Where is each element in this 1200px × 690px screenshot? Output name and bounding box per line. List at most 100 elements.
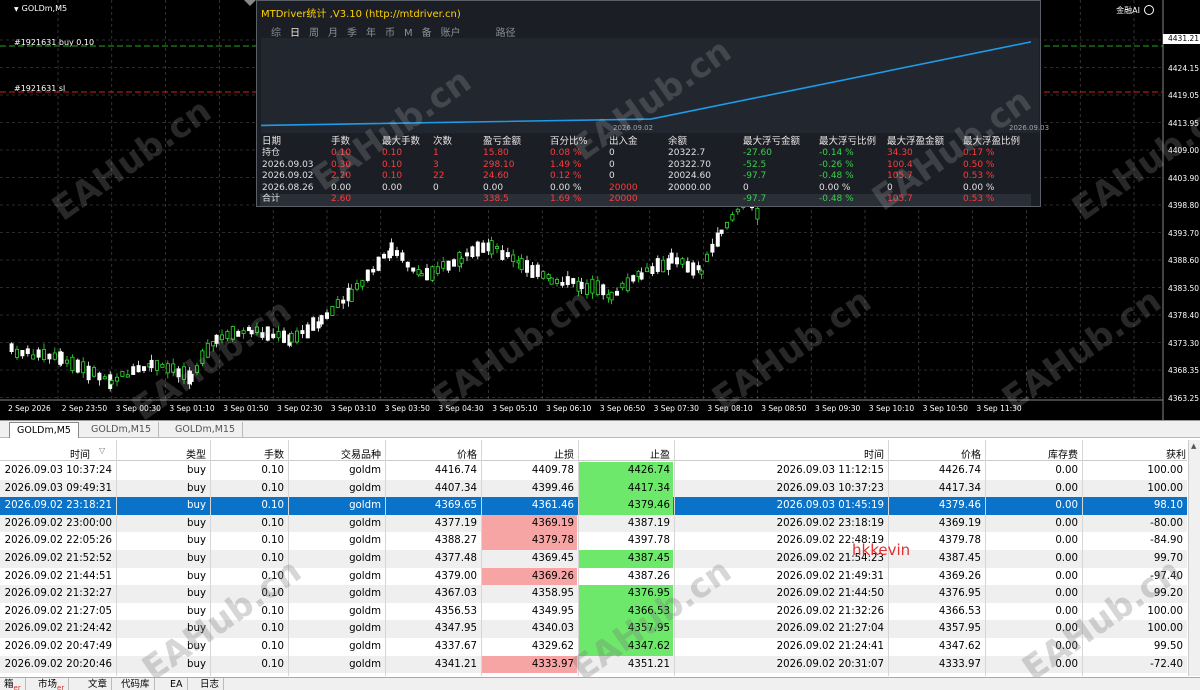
toolbox-tab-4[interactable]: EA	[166, 678, 188, 690]
mtd-cell: 百分比%	[550, 135, 588, 147]
candle-body	[650, 266, 655, 274]
trade-table-scrollbar[interactable]: ▲	[1188, 440, 1200, 676]
mtd-row: 合计 2.60 338.5 1.69 % 20000 -97.7 -0.48 % 105.7 0…	[260, 194, 1031, 206]
toolbox-tab-badge: er	[57, 683, 65, 690]
sort-desc-icon[interactable]: ▽	[99, 446, 105, 455]
mtd-cell: 0.00 %	[819, 182, 851, 193]
candle-body	[181, 366, 186, 380]
mtd-cell: 2.20	[331, 171, 352, 181]
candle-body	[319, 315, 324, 325]
mtdriver-stats-panel[interactable]: MTDriver统计 ,V3.10 (http://mtdriver.cn) 综…	[256, 0, 1049, 207]
column-header[interactable]: 止盈	[650, 446, 670, 461]
order-line-label-sl[interactable]: #1921631 sl	[14, 84, 65, 93]
trade-row[interactable]: 2026.09.02 21:32:27 buy 0.10 goldm 4367.03 43…	[0, 585, 1187, 603]
mtd-cell: 最大浮盈金额	[887, 135, 945, 147]
trade-row[interactable]: 2026.09.03 10:37:24 buy 0.10 goldm 4416.74 44…	[0, 462, 1187, 480]
candle-body	[31, 354, 36, 360]
mtd-cell: 0.10	[382, 171, 403, 181]
price-tick-label: 4368.35	[1168, 366, 1200, 375]
trade-row[interactable]: 2026.09.02 22:05:26 buy 0.10 goldm 4388.27 43…	[0, 532, 1187, 550]
order-line-label-buy[interactable]: #1921631 buy 0.10	[14, 38, 94, 47]
price-tick-label: 4413.95	[1168, 118, 1200, 128]
chart-tab-goldm-m15[interactable]: GOLDm,M15	[84, 422, 160, 438]
column-header[interactable]: 时间	[70, 446, 90, 461]
candle-body	[189, 373, 194, 382]
toolbox-tab-0[interactable]: 箱er	[0, 678, 26, 690]
candle-body	[631, 275, 636, 282]
column-divider[interactable]	[288, 440, 289, 676]
candle-body	[725, 221, 730, 229]
candle-body	[464, 252, 469, 257]
toolbox-tab-2[interactable]: 文章	[84, 678, 113, 690]
scroll-up-icon[interactable]: ▲	[1191, 442, 1196, 450]
column-header[interactable]: 时间	[864, 446, 884, 461]
toolbox-tab-3[interactable]: 代码库	[117, 678, 155, 690]
candle-body	[565, 276, 570, 285]
column-divider[interactable]	[210, 440, 211, 676]
trade-cell: -80.00	[1150, 517, 1183, 529]
trade-cell: 2026.09.02 23:00:00	[4, 517, 112, 529]
trade-cell: 0.00	[1055, 535, 1078, 547]
trade-row[interactable]: 2026.09.02 23:18:21 buy 0.10 goldm 4369.65 43…	[0, 497, 1187, 515]
trade-row[interactable]: 2026.09.02 23:00:00 buy 0.10 goldm 4377.19 43…	[0, 514, 1187, 533]
trade-cell: 100.00	[1147, 465, 1183, 476]
trade-history-table[interactable]: 时间 类型 手数 交易品种 价格 止损 止盈 时间 价格 库存费 获利 ▽ 2026.09.03 10…	[0, 440, 1200, 676]
trade-row[interactable]: 2026.09.02 21:27:05 buy 0.10 goldm 4356.53 43…	[0, 602, 1187, 621]
column-divider[interactable]	[1082, 440, 1083, 676]
toolbox-tab-badge: er	[13, 683, 21, 690]
time-tick-label: 3 Sep 00:30	[115, 404, 161, 413]
mtd-cell: 0	[433, 182, 439, 193]
price-chart[interactable]: ▼ GOLDm,M5 金融AI #1921631 buy 0.10 #192163…	[0, 0, 1200, 420]
mtd-cell	[431, 194, 481, 206]
trade-row[interactable]: 2026.09.02 21:52:52 buy 0.10 goldm 4377.48 43…	[0, 550, 1187, 568]
chart-shift-marker-icon[interactable]	[244, 0, 256, 6]
column-divider[interactable]	[481, 440, 482, 676]
candle-body	[154, 360, 159, 371]
column-header[interactable]: 价格	[961, 446, 981, 461]
trade-cell: 4347.62	[579, 638, 673, 656]
column-divider[interactable]	[385, 440, 386, 676]
trade-row[interactable]: 2026.09.02 21:44:51 buy 0.10 goldm 4379.00 43…	[0, 567, 1187, 586]
candle-body	[755, 207, 760, 220]
trade-cell: buy	[187, 605, 206, 617]
column-header[interactable]: 获利	[1166, 446, 1186, 461]
trade-row[interactable]: 2026.09.02 20:20:46 buy 0.10 goldm 4341.21 43…	[0, 655, 1187, 674]
chart-tab-goldm-m5[interactable]: GOLDm,M5	[9, 422, 79, 438]
ai-trading-indicator[interactable]: 金融AI	[1116, 5, 1154, 16]
plot-date-end: 2026.09.03	[1009, 124, 1050, 132]
candle-body	[535, 264, 540, 277]
column-header[interactable]: 价格	[457, 446, 477, 461]
chart-tabs-bar: GOLDm,M5 GOLDm,M15 GOLDm,M15	[0, 420, 1200, 438]
column-divider[interactable]	[674, 440, 675, 676]
candle-body	[200, 350, 205, 364]
candle-body	[555, 279, 560, 284]
column-divider[interactable]	[116, 440, 117, 676]
column-header[interactable]: 止损	[554, 446, 574, 461]
price-tick-label: 4378.40	[1168, 311, 1200, 320]
column-divider[interactable]	[578, 440, 579, 676]
candle-body	[511, 254, 516, 262]
trade-cell: 0.00	[1055, 623, 1078, 635]
trade-row[interactable]: 2026.09.02 20:47:49 buy 0.10 goldm 4337.67 43…	[0, 638, 1187, 656]
chart-symbol-title: ▼ GOLDm,M5	[14, 4, 68, 13]
column-divider[interactable]	[985, 440, 986, 676]
toolbox-tab-5[interactable]: 日志	[196, 678, 225, 690]
candle-body	[360, 280, 365, 287]
candle-body	[530, 265, 535, 278]
candle-body	[300, 330, 305, 334]
chart-tab-goldm-m15-2[interactable]: GOLDm,M15	[168, 422, 244, 438]
trade-row[interactable]: 2026.09.03 09:49:31 buy 0.10 goldm 4407.34 43…	[0, 479, 1187, 498]
column-header[interactable]: 类型	[186, 446, 206, 461]
column-header[interactable]: 交易品种	[341, 446, 381, 461]
trade-cell: buy	[187, 570, 206, 582]
trade-row[interactable]: 2026.09.02 21:24:42 buy 0.10 goldm 4347.95 43…	[0, 620, 1187, 638]
column-header[interactable]: 库存费	[1048, 446, 1078, 461]
candle-body	[330, 306, 335, 316]
mtd-cell: 24.60	[483, 171, 509, 181]
mtd-cell: 0	[887, 182, 893, 193]
toolbox-tab-1[interactable]: 市场er	[34, 678, 70, 690]
trade-cell: 4369.45	[531, 553, 574, 564]
candle-body	[36, 349, 41, 358]
time-tick-label: 3 Sep 09:30	[815, 404, 861, 413]
column-header[interactable]: 手数	[264, 446, 284, 461]
